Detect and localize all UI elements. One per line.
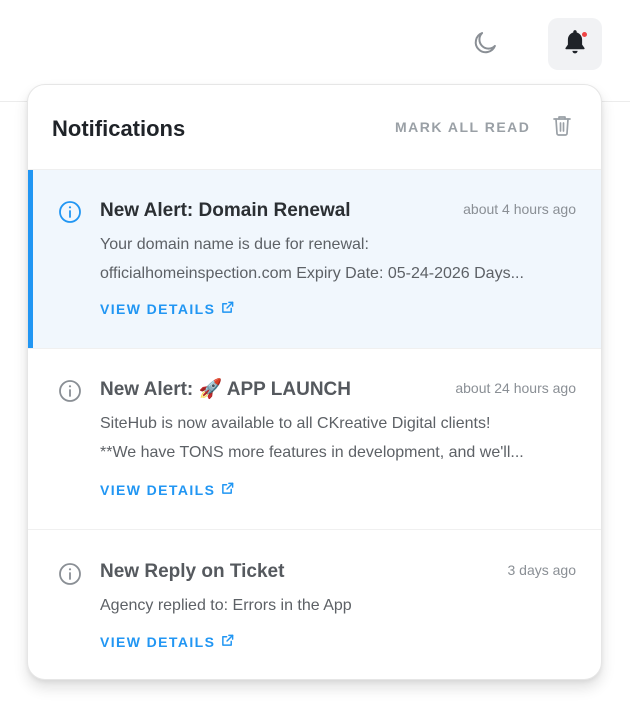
notification-body: Agency replied to: Errors in the App — [100, 591, 578, 620]
unread-indicator — [28, 170, 33, 348]
body-line: Agency replied to: Errors in the App — [100, 597, 352, 614]
notification-title: New Alert: 🚀 APP LAUNCH — [100, 379, 351, 400]
moon-icon — [471, 29, 499, 62]
external-link-icon — [221, 301, 234, 317]
info-icon — [58, 200, 82, 224]
external-link-icon — [221, 634, 234, 650]
info-icon — [58, 379, 82, 403]
info-icon — [58, 562, 82, 586]
body-line: officialhomeinspection.com Expiry Date: … — [100, 265, 524, 282]
external-link-icon — [221, 482, 234, 498]
trash-icon — [552, 114, 572, 141]
panel-title: Notifications — [52, 116, 186, 141]
panel-header: Notifications MARK ALL READ — [28, 85, 601, 170]
notification-time: about 24 hours ago — [455, 380, 576, 396]
notification-item[interactable]: New Alert: Domain Renewal about 4 hours … — [28, 170, 601, 349]
theme-toggle-button[interactable] — [466, 26, 504, 64]
unread-badge — [581, 31, 588, 38]
clear-all-button[interactable] — [551, 115, 573, 139]
notification-item[interactable]: New Reply on Ticket 3 days ago Agency re… — [28, 530, 601, 679]
view-details-label: VIEW DETAILS — [100, 482, 216, 498]
notification-item[interactable]: New Alert: 🚀 APP LAUNCH about 24 hours a… — [28, 349, 601, 530]
view-details-link[interactable]: VIEW DETAILS — [100, 634, 234, 650]
view-details-link[interactable]: VIEW DETAILS — [100, 482, 234, 498]
notification-body: Your domain name is due for renewal: off… — [100, 230, 578, 288]
notification-title: New Alert: Domain Renewal — [100, 200, 351, 221]
notification-time: 3 days ago — [507, 562, 577, 578]
body-line: **We have TONS more features in developm… — [100, 444, 524, 461]
notification-time: about 4 hours ago — [463, 201, 576, 217]
mark-all-read-button[interactable]: MARK ALL READ — [395, 119, 530, 135]
view-details-label: VIEW DETAILS — [100, 634, 216, 650]
notifications-panel: Notifications MARK ALL READ New Alert: D… — [27, 84, 602, 680]
view-details-link[interactable]: VIEW DETAILS — [100, 301, 234, 317]
body-line: SiteHub is now available to all CKreativ… — [100, 415, 491, 432]
body-line: Your domain name is due for renewal: — [100, 236, 369, 253]
notifications-button[interactable] — [548, 18, 602, 70]
view-details-label: VIEW DETAILS — [100, 301, 216, 317]
notification-body: SiteHub is now available to all CKreativ… — [100, 409, 578, 467]
notification-title: New Reply on Ticket — [100, 561, 285, 582]
